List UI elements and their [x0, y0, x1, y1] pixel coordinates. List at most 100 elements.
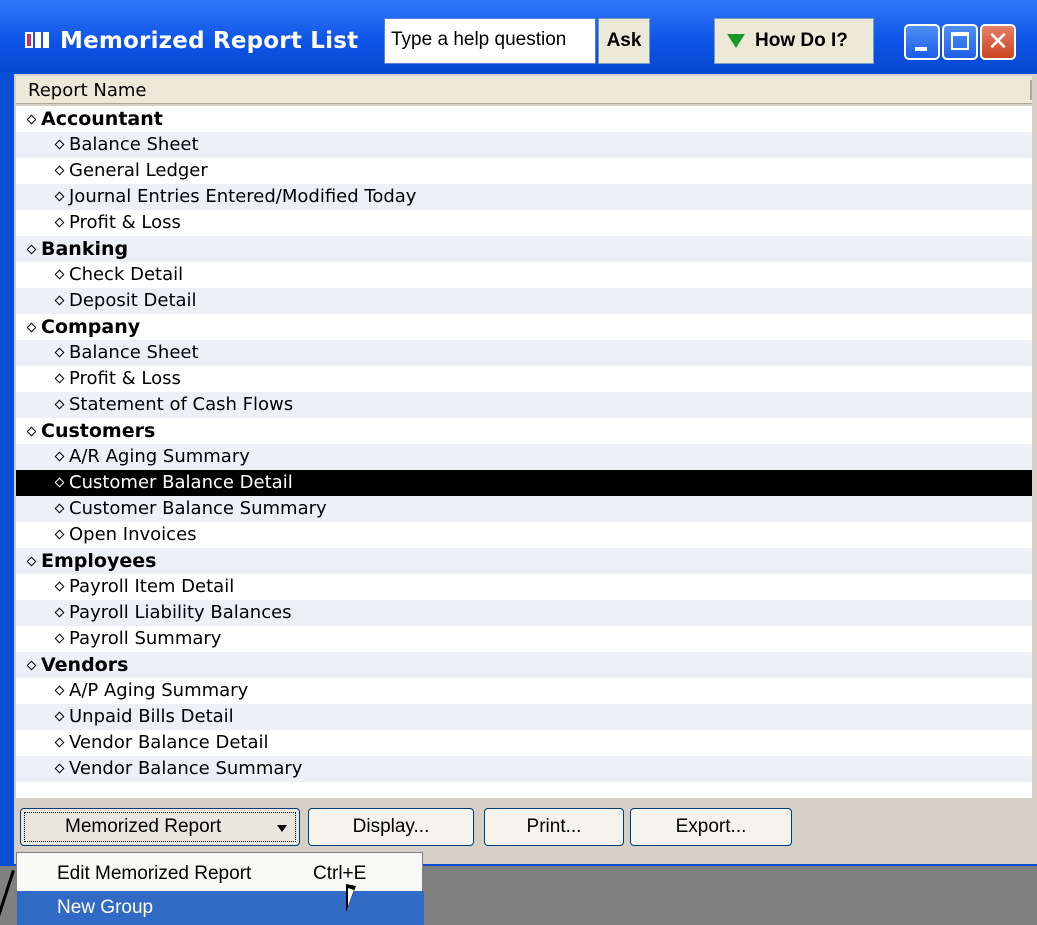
report-row[interactable]: Customer Balance Detail	[16, 470, 1032, 496]
memorized-report-list-window: Memorized Report List Type a help questi…	[0, 0, 1037, 866]
report-name-label: Payroll Summary	[69, 628, 222, 649]
print-button[interactable]: Print...	[484, 808, 624, 846]
menu-item-edit-memorized-report[interactable]: Edit Memorized Report Ctrl+E	[17, 857, 424, 891]
report-name-label: Balance Sheet	[69, 342, 199, 363]
diamond-bullet-icon	[54, 451, 65, 462]
report-name-label: Profit & Loss	[69, 212, 181, 233]
menu-item-shortcut: Ctrl+E	[313, 863, 367, 884]
list-column-header[interactable]: Report Name	[16, 76, 1032, 104]
diamond-bullet-icon	[54, 191, 65, 202]
diamond-bullet-icon	[54, 217, 65, 228]
report-name-label: Customers	[41, 420, 156, 442]
menu-item-label: Edit Memorized Report	[57, 863, 252, 884]
app-icon	[25, 32, 49, 48]
diamond-bullet-icon	[54, 269, 65, 280]
report-row[interactable]: Payroll Liability Balances	[16, 600, 1032, 626]
report-name-label: Banking	[41, 238, 129, 260]
how-do-i-label: How Do I?	[755, 30, 848, 51]
report-name-label: Accountant	[41, 108, 163, 130]
diamond-bullet-icon	[26, 426, 37, 437]
report-row[interactable]: Payroll Item Detail	[16, 574, 1032, 600]
report-row[interactable]: A/R Aging Summary	[16, 444, 1032, 470]
diamond-bullet-icon	[54, 295, 65, 306]
diamond-bullet-icon	[54, 763, 65, 774]
minimize-icon	[915, 47, 927, 51]
column-header-report-name: Report Name	[28, 80, 147, 101]
close-button[interactable]: ✕	[980, 24, 1016, 60]
report-row[interactable]: Unpaid Bills Detail	[16, 704, 1032, 730]
dropdown-triangle-icon	[727, 34, 745, 48]
report-name-label: Customer Balance Detail	[69, 472, 293, 493]
report-group-row[interactable]: Accountant	[16, 106, 1032, 132]
report-name-label: Unpaid Bills Detail	[69, 706, 234, 727]
diamond-bullet-icon	[26, 114, 37, 125]
report-name-label: General Ledger	[69, 160, 208, 181]
diamond-bullet-icon	[54, 139, 65, 150]
diamond-bullet-icon	[26, 244, 37, 255]
report-name-label: Journal Entries Entered/Modified Today	[69, 186, 417, 207]
maximize-icon	[951, 32, 969, 50]
diamond-bullet-icon	[54, 347, 65, 358]
diamond-bullet-icon	[54, 477, 65, 488]
diamond-bullet-icon	[26, 556, 37, 567]
report-row[interactable]: Profit & Loss	[16, 210, 1032, 236]
title-bar[interactable]: Memorized Report List Type a help questi…	[0, 0, 1037, 72]
diamond-bullet-icon	[54, 503, 65, 514]
report-row[interactable]: Profit & Loss	[16, 366, 1032, 392]
report-row[interactable]: Vendor Balance Detail	[16, 730, 1032, 756]
close-icon: ✕	[987, 27, 1009, 57]
report-name-label: Vendor Balance Summary	[69, 758, 303, 779]
report-name-label: Payroll Item Detail	[69, 576, 235, 597]
export-button[interactable]: Export...	[630, 808, 792, 846]
memorized-report-label: Memorized Report	[65, 816, 222, 837]
report-row[interactable]: Balance Sheet	[16, 132, 1032, 158]
help-question-input[interactable]: Type a help question	[384, 18, 596, 64]
maximize-button[interactable]	[942, 24, 978, 60]
report-list[interactable]: Accountant Balance Sheet General Ledger Jou…	[16, 106, 1032, 798]
diamond-bullet-icon	[54, 529, 65, 540]
report-row[interactable]: Check Detail	[16, 262, 1032, 288]
window-title: Memorized Report List	[60, 28, 359, 54]
report-name-label: Balance Sheet	[69, 134, 199, 155]
report-name-label: Company	[41, 316, 141, 338]
diamond-bullet-icon	[54, 633, 65, 644]
report-group-row[interactable]: Company	[16, 314, 1032, 340]
memorized-report-button[interactable]: Memorized Report	[20, 808, 300, 846]
report-name-label: Open Invoices	[69, 524, 197, 545]
diamond-bullet-icon	[26, 322, 37, 333]
report-row[interactable]: Customer Balance Summary	[16, 496, 1032, 522]
report-row[interactable]: Vendor Balance Summary	[16, 756, 1032, 782]
report-name-label: A/R Aging Summary	[69, 446, 250, 467]
report-name-label: Employees	[41, 550, 157, 572]
column-divider	[1030, 80, 1032, 100]
report-group-row[interactable]: Banking	[16, 236, 1032, 262]
ask-button[interactable]: Ask	[598, 18, 650, 64]
report-row[interactable]: Open Invoices	[16, 522, 1032, 548]
report-group-row[interactable]: Customers	[16, 418, 1032, 444]
dropdown-arrow-icon	[277, 825, 287, 832]
report-name-label: Profit & Loss	[69, 368, 181, 389]
report-row[interactable]: Deposit Detail	[16, 288, 1032, 314]
how-do-i-button[interactable]: How Do I?	[714, 18, 874, 64]
button-bar: Memorized Report Display... Print... Exp…	[16, 800, 1032, 858]
menu-item-new-group[interactable]: New Group	[17, 891, 424, 925]
menu-item-label: New Group	[57, 897, 154, 918]
minimize-button[interactable]	[904, 24, 940, 60]
diamond-bullet-icon	[54, 581, 65, 592]
report-name-label: Vendors	[41, 654, 129, 676]
report-row[interactable]: Statement of Cash Flows	[16, 392, 1032, 418]
report-row[interactable]: Payroll Summary	[16, 626, 1032, 652]
report-name-label: Check Detail	[69, 264, 184, 285]
report-group-row[interactable]: Employees	[16, 548, 1032, 574]
report-row[interactable]: General Ledger	[16, 158, 1032, 184]
diamond-bullet-icon	[54, 607, 65, 618]
report-group-row[interactable]: Vendors	[16, 652, 1032, 678]
report-name-label: Payroll Liability Balances	[69, 602, 292, 623]
report-row[interactable]: A/P Aging Summary	[16, 678, 1032, 704]
diamond-bullet-icon	[54, 165, 65, 176]
report-row[interactable]: Balance Sheet	[16, 340, 1032, 366]
report-name-label: Vendor Balance Detail	[69, 732, 269, 753]
display-button[interactable]: Display...	[308, 808, 474, 846]
mouse-cursor-fill	[348, 888, 354, 906]
report-row[interactable]: Journal Entries Entered/Modified Today	[16, 184, 1032, 210]
